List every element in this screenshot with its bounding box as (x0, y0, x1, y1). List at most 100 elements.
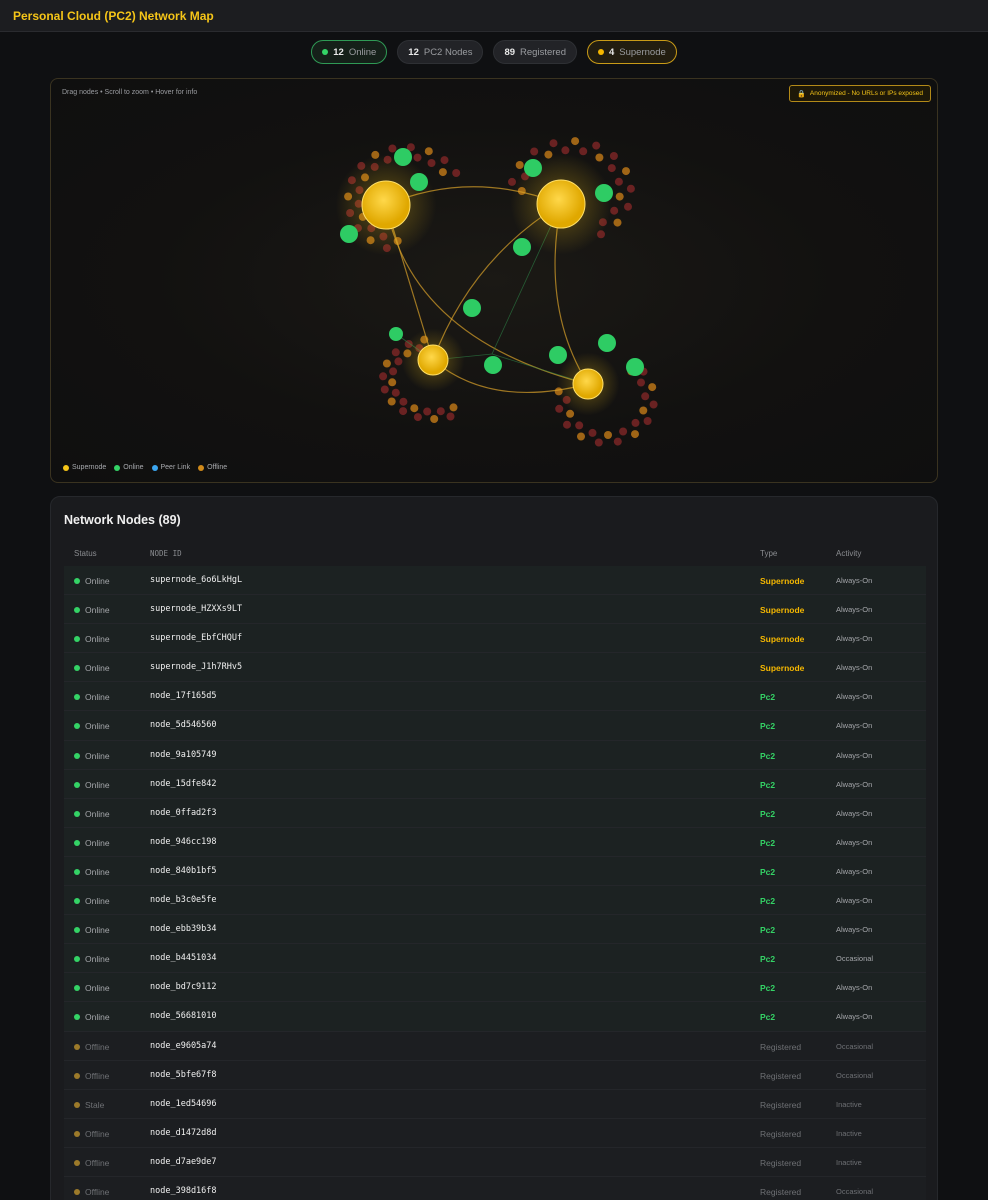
network-map-panel[interactable]: Drag nodes • Scroll to zoom • Hover for … (50, 78, 938, 483)
offline-node[interactable] (613, 218, 622, 227)
offline-node[interactable] (614, 177, 623, 186)
offline-node[interactable] (449, 403, 458, 412)
offline-node[interactable] (389, 367, 398, 376)
table-row[interactable]: Online node_56681010 Pc2 Always-On (64, 1002, 926, 1032)
offline-node[interactable] (379, 372, 388, 381)
network-graph[interactable] (51, 79, 938, 483)
table-row[interactable]: Online node_5d546560 Pc2 Always-On (64, 711, 926, 741)
online-node[interactable] (484, 356, 502, 374)
supernode[interactable] (361, 180, 411, 230)
offline-node[interactable] (388, 144, 397, 153)
online-node[interactable] (513, 238, 531, 256)
offline-node[interactable] (391, 348, 400, 357)
table-row[interactable]: Online node_b4451034 Pc2 Occasional (64, 944, 926, 974)
offline-node[interactable] (619, 427, 628, 436)
offline-node[interactable] (410, 404, 419, 413)
stat-online-pill[interactable]: 12 Online (311, 40, 388, 64)
online-node[interactable] (410, 173, 428, 191)
table-row[interactable]: Online supernode_6o6LkHgL Supernode Always-… (64, 566, 926, 596)
online-node[interactable] (463, 299, 481, 317)
column-node-id[interactable]: NODE ID (150, 549, 182, 558)
stat-registered-pill[interactable]: 89 Registered (493, 40, 577, 64)
supernode[interactable] (417, 344, 449, 376)
offline-node[interactable] (561, 146, 570, 155)
online-node[interactable] (626, 358, 644, 376)
table-row[interactable]: Online node_15dfe842 Pc2 Always-On (64, 769, 926, 799)
table-row[interactable]: Online node_b3c0e5fe Pc2 Always-On (64, 886, 926, 916)
offline-node[interactable] (575, 421, 584, 430)
offline-node[interactable] (588, 428, 597, 437)
column-type[interactable]: Type (760, 549, 777, 558)
online-node[interactable] (394, 148, 412, 166)
offline-node[interactable] (452, 169, 461, 177)
offline-node[interactable] (436, 407, 445, 416)
offline-node[interactable] (380, 385, 389, 394)
offline-node[interactable] (530, 147, 539, 156)
offline-node[interactable] (424, 147, 433, 156)
offline-node[interactable] (610, 206, 619, 215)
online-node[interactable] (340, 225, 358, 243)
offline-node[interactable] (643, 417, 652, 425)
offline-node[interactable] (430, 415, 439, 423)
table-row[interactable]: Online node_946cc198 Pc2 Always-On (64, 827, 926, 857)
offline-node[interactable] (622, 167, 630, 176)
offline-node[interactable] (440, 156, 449, 165)
offline-node[interactable] (427, 159, 436, 167)
table-row[interactable]: Online supernode_EbfCHQUf Supernode Always-… (64, 624, 926, 654)
stat-supernode-pill[interactable]: 4 Supernode (586, 40, 677, 64)
offline-node[interactable] (382, 359, 391, 368)
offline-node[interactable] (607, 164, 616, 173)
offline-node[interactable] (391, 388, 400, 397)
online-node[interactable] (549, 346, 567, 364)
offline-node[interactable] (388, 378, 397, 387)
offline-node[interactable] (423, 407, 432, 416)
offline-node[interactable] (594, 438, 603, 447)
offline-node[interactable] (563, 420, 571, 429)
table-row[interactable]: Offline node_398d16f8 Registered Occasional (64, 1176, 926, 1200)
table-row[interactable]: Online supernode_HZXXs9LT Supernode Always-… (64, 595, 926, 625)
offline-node[interactable] (609, 152, 618, 160)
offline-node[interactable] (438, 168, 447, 177)
offline-node[interactable] (387, 397, 396, 406)
offline-node[interactable] (641, 392, 650, 401)
offline-node[interactable] (399, 407, 408, 416)
table-row[interactable]: Offline node_e9605a74 Registered Occasional (64, 1031, 926, 1061)
online-node[interactable] (524, 159, 542, 177)
table-row[interactable]: Online node_ebb39b34 Pc2 Always-On (64, 915, 926, 945)
offline-node[interactable] (624, 202, 632, 211)
table-row[interactable]: Online node_9a105749 Pc2 Always-On (64, 740, 926, 770)
offline-node[interactable] (595, 153, 604, 162)
offline-node[interactable] (394, 357, 403, 366)
table-row[interactable]: Stale node_1ed54696 Registered Inactive (64, 1089, 926, 1119)
online-node[interactable] (389, 327, 403, 341)
table-row[interactable]: Online node_0ffad2f3 Pc2 Always-On (64, 798, 926, 828)
offline-node[interactable] (592, 141, 601, 150)
offline-node[interactable] (639, 406, 648, 415)
offline-node[interactable] (555, 404, 564, 413)
table-row[interactable]: Online supernode_J1h7RHv5 Supernode Always-… (64, 653, 926, 683)
offline-node[interactable] (571, 137, 580, 146)
offline-node[interactable] (613, 437, 622, 446)
supernode[interactable] (536, 179, 586, 229)
offline-node[interactable] (649, 400, 658, 409)
offline-node[interactable] (413, 413, 422, 422)
offline-node[interactable] (626, 184, 635, 193)
offline-node[interactable] (549, 139, 558, 148)
offline-node[interactable] (577, 432, 585, 441)
column-activity[interactable]: Activity (836, 549, 861, 558)
online-node[interactable] (598, 334, 616, 352)
offline-node[interactable] (615, 192, 624, 201)
offline-node[interactable] (631, 430, 639, 439)
table-row[interactable]: Online node_17f165d5 Pc2 Always-On (64, 682, 926, 712)
offline-node[interactable] (399, 397, 408, 406)
offline-node[interactable] (515, 161, 524, 169)
offline-node[interactable] (631, 418, 640, 427)
table-row[interactable]: Online node_840b1bf5 Pc2 Always-On (64, 856, 926, 887)
table-row[interactable]: Offline node_d7ae9de7 Registered Inactive (64, 1147, 926, 1177)
column-status[interactable]: Status (74, 549, 97, 558)
stat-pc2-nodes-pill[interactable]: 12 PC2 Nodes (397, 40, 484, 64)
offline-node[interactable] (648, 383, 657, 392)
table-row[interactable]: Offline node_5bfe67f8 Registered Occasional (64, 1060, 926, 1090)
offline-node[interactable] (579, 147, 588, 156)
offline-node[interactable] (446, 412, 455, 421)
